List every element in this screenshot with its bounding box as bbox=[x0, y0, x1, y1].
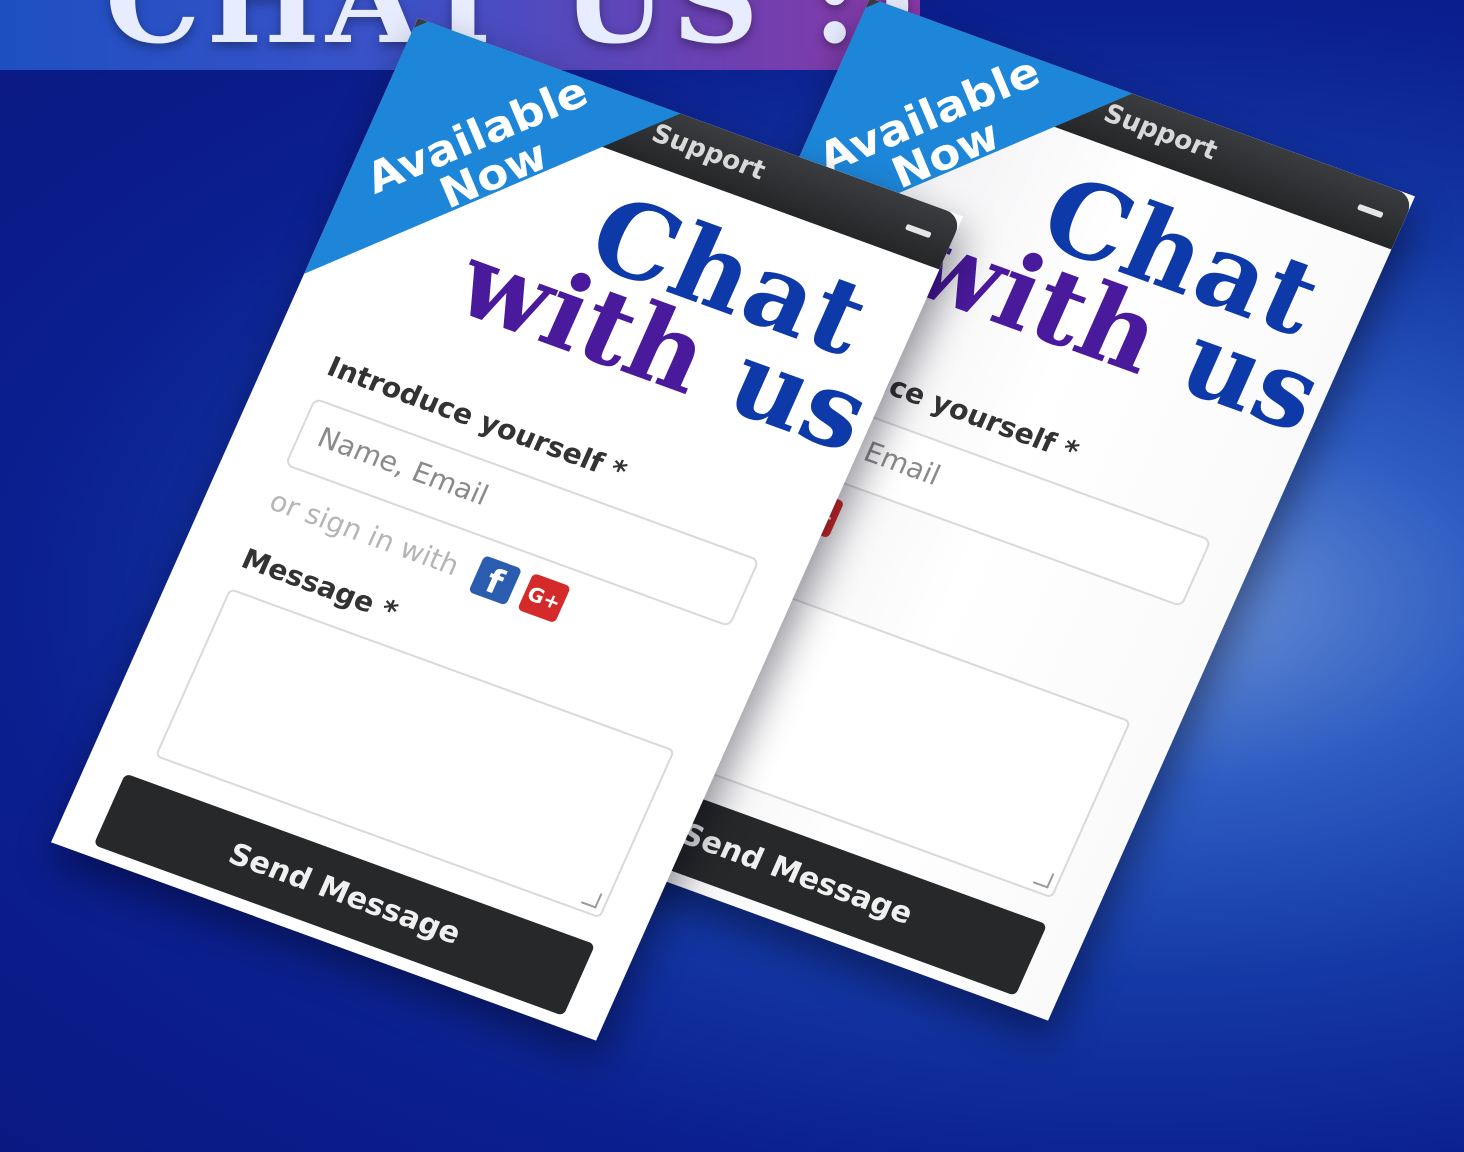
facebook-icon[interactable]: f bbox=[468, 555, 523, 606]
widget-title: Support bbox=[1099, 98, 1222, 167]
resize-grip-icon[interactable] bbox=[1032, 868, 1055, 889]
minimize-icon[interactable] bbox=[904, 223, 932, 239]
widget-title: Support bbox=[647, 118, 770, 187]
resize-grip-icon[interactable] bbox=[580, 888, 603, 909]
google-plus-icon[interactable]: G+ bbox=[517, 572, 572, 624]
minimize-icon[interactable] bbox=[1356, 203, 1384, 219]
